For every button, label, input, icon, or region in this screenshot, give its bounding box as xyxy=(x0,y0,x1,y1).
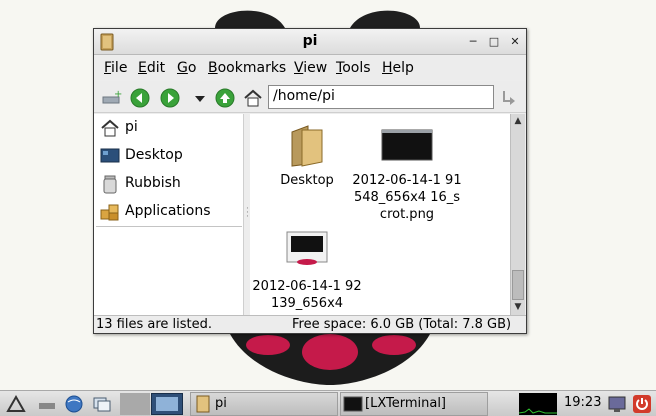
forward-arrow-icon[interactable] xyxy=(159,87,181,109)
menu-tools[interactable]: Tools xyxy=(336,60,371,76)
task-label: [LXTerminal] xyxy=(365,396,447,411)
trash-icon xyxy=(103,175,117,194)
sidebar-item-desktop[interactable]: Desktop xyxy=(98,144,242,168)
file-name: Desktop xyxy=(280,173,334,188)
file-count-status: 13 files are listed. xyxy=(96,317,213,332)
window-title: pi xyxy=(302,33,318,49)
menu-bookmarks[interactable]: Bookmarks xyxy=(208,60,286,76)
sidebar-item-label: pi xyxy=(125,119,138,135)
menubar: File Edit Go Bookmarks View Tools Help xyxy=(94,56,526,80)
browser-globe-icon[interactable] xyxy=(64,394,84,414)
desktop-pager-2[interactable] xyxy=(151,393,183,415)
task-button-file-manager[interactable]: pi xyxy=(190,392,338,416)
image-thumbnail-icon xyxy=(381,129,433,161)
window-titlebar[interactable]: pi ─ □ ✕ xyxy=(94,29,526,55)
power-logout-icon[interactable] xyxy=(632,394,652,414)
toolbar: + /home/pi xyxy=(94,81,526,113)
menu-go[interactable]: Go xyxy=(177,60,196,76)
home-icon xyxy=(101,119,119,137)
file-view: Desktop 2012-06-14-1 91548_656x4 16_scro… xyxy=(250,114,510,315)
file-item[interactable]: 2012-06-14-1 91548_656x4 16_scrot.png xyxy=(352,122,462,223)
go-jump-icon[interactable] xyxy=(498,87,520,109)
file-manager-launcher-icon[interactable] xyxy=(37,394,57,414)
clock[interactable]: 19:23 xyxy=(564,395,601,410)
show-desktop-icon[interactable] xyxy=(92,394,112,414)
file-item[interactable]: 2012-06-14-1 92139_656x4 xyxy=(252,228,362,312)
close-button[interactable]: ✕ xyxy=(508,35,522,49)
file-item[interactable]: Desktop xyxy=(252,122,362,189)
places-sidebar: pi Desktop Rubbish Applications xyxy=(94,114,244,315)
new-tab-icon[interactable]: + xyxy=(100,87,122,109)
sidebar-item-label: Applications xyxy=(125,203,211,219)
file-manager-window: pi ─ □ ✕ File Edit Go Bookmarks View Too… xyxy=(93,28,527,334)
home-icon[interactable] xyxy=(242,87,264,109)
sidebar-item-label: Desktop xyxy=(125,147,183,163)
vertical-scrollbar[interactable]: ▲ ▼ xyxy=(510,114,525,315)
menu-logo-icon[interactable] xyxy=(6,394,26,414)
svg-text:+: + xyxy=(114,89,122,100)
task-label: pi xyxy=(215,396,227,411)
screen-lock-icon[interactable] xyxy=(607,394,627,414)
menu-file[interactable]: File xyxy=(104,60,127,76)
folder-icon xyxy=(291,125,323,167)
sidebar-item-pi[interactable]: pi xyxy=(98,116,242,140)
task-button-terminal[interactable]: [LXTerminal] xyxy=(340,392,488,416)
terminal-icon xyxy=(343,396,363,412)
menu-edit[interactable]: Edit xyxy=(138,60,165,76)
back-arrow-icon[interactable] xyxy=(129,87,151,109)
scroll-up-arrow-icon[interactable]: ▲ xyxy=(511,114,525,128)
up-arrow-icon[interactable] xyxy=(214,87,236,109)
sidebar-item-label: Rubbish xyxy=(125,175,181,191)
menu-help[interactable]: Help xyxy=(382,60,414,76)
history-dropdown-icon[interactable] xyxy=(189,87,211,109)
free-space-status: Free space: 6.0 GB (Total: 7.8 GB) xyxy=(292,317,512,332)
desktop-pager-1[interactable] xyxy=(120,393,150,415)
applications-icon xyxy=(100,204,119,221)
sidebar-item-rubbish[interactable]: Rubbish xyxy=(98,172,242,196)
image-thumbnail-icon xyxy=(286,231,328,265)
folder-icon xyxy=(196,395,210,413)
maximize-button[interactable]: □ xyxy=(487,35,501,49)
address-bar[interactable]: /home/pi xyxy=(268,85,494,109)
scroll-down-arrow-icon[interactable]: ▼ xyxy=(511,300,525,314)
file-name: 2012-06-14-1 92139_656x4 xyxy=(252,279,362,311)
statusbar: 13 files are listed. Free space: 6.0 GB … xyxy=(94,315,526,333)
pane-resize-grip[interactable]: · · · xyxy=(246,205,249,222)
sidebar-divider xyxy=(96,226,242,227)
taskbar: pi [LXTerminal] 19:23 xyxy=(0,390,656,416)
file-name: 2012-06-14-1 91548_656x4 16_scrot.png xyxy=(352,173,462,222)
menu-view[interactable]: View xyxy=(294,60,327,76)
cpu-monitor-graph xyxy=(519,393,557,415)
sidebar-item-applications[interactable]: Applications xyxy=(98,200,242,224)
minimize-button[interactable]: ─ xyxy=(466,35,480,49)
scrollbar-thumb[interactable] xyxy=(512,270,524,300)
desktop-icon xyxy=(100,148,120,163)
